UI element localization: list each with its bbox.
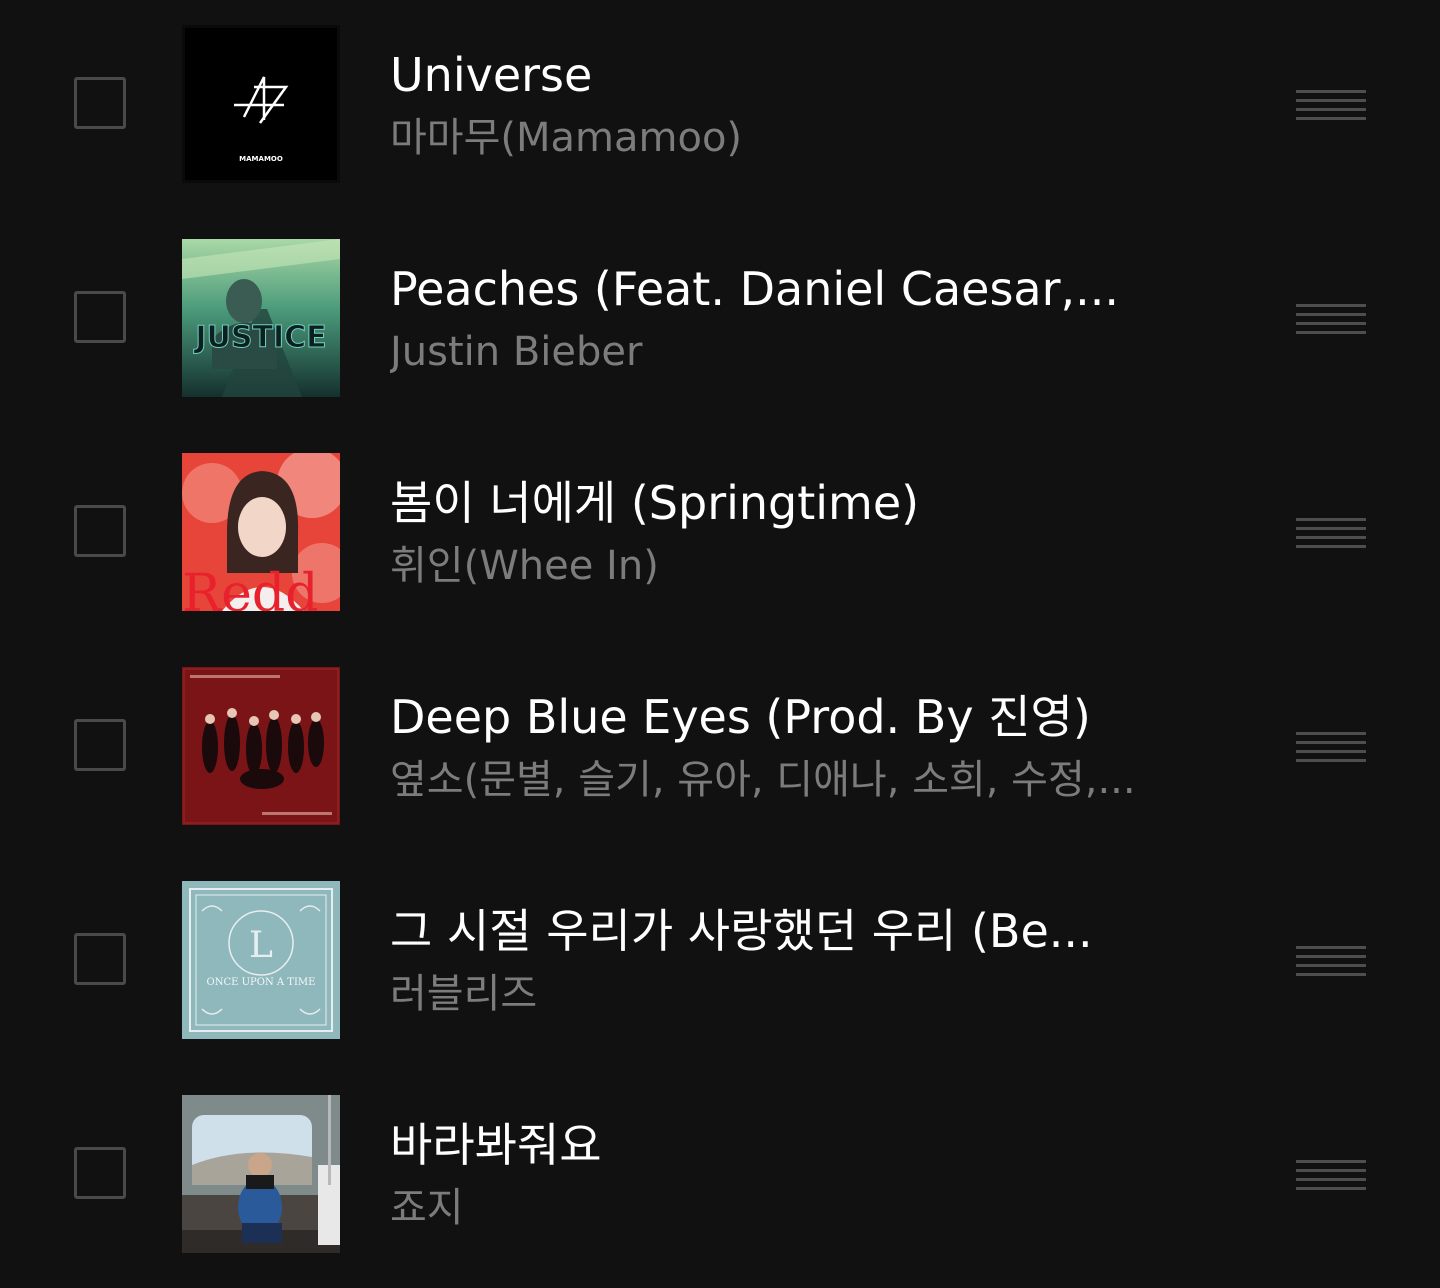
drag-handle-icon[interactable] (1296, 90, 1366, 120)
song-title: Deep Blue Eyes (Prod. By 진영) (390, 690, 1091, 744)
svg-text:Redd: Redd (182, 564, 319, 611)
justice-album-art: JUSTICE (182, 239, 340, 397)
album-art (182, 1095, 340, 1253)
song-title: 봄이 너에게 (Springtime) (390, 476, 920, 530)
song-row[interactable]: Redd 봄이 너에게 (Springtime) 휘인(Whee In) (0, 428, 1440, 628)
song-title: 바라봐줘요 (390, 1118, 602, 1172)
album-art: JUSTICE (182, 239, 340, 397)
subway-album-art (182, 1095, 340, 1253)
song-artist: 옆소(문별, 슬기, 유아, 디애나, 소희, 수정,... (390, 757, 1136, 803)
song-title: Universe (390, 48, 593, 102)
svg-text:JUSTICE: JUSTICE (193, 320, 326, 355)
drag-handle-icon[interactable] (1296, 518, 1366, 548)
select-checkbox[interactable] (74, 505, 126, 557)
drag-handle-icon[interactable] (1296, 1160, 1366, 1190)
select-checkbox[interactable] (74, 719, 126, 771)
select-checkbox[interactable] (74, 291, 126, 343)
song-artist: 휘인(Whee In) (390, 543, 659, 589)
song-title: 그 시절 우리가 사랑했던 우리 (Be... (390, 904, 1093, 958)
song-artist: 마마무(Mamamoo) (390, 115, 743, 161)
song-artist: 러블리즈 (390, 971, 538, 1017)
song-row[interactable]: MAMAMOO Universe 마마무(Mamamoo) (0, 0, 1440, 200)
select-checkbox[interactable] (74, 1147, 126, 1199)
playlist: MAMAMOO Universe 마마무(Mamamoo) JUSTICE Pe… (0, 0, 1440, 1288)
song-artist: 죠지 (390, 1185, 464, 1231)
select-checkbox[interactable] (74, 933, 126, 985)
svg-text:L: L (249, 925, 273, 966)
album-art (182, 667, 340, 825)
redd-album-art: Redd (182, 453, 340, 611)
deep-blue-eyes-album-art (182, 667, 340, 825)
album-art: Redd (182, 453, 340, 611)
drag-handle-icon[interactable] (1296, 946, 1366, 976)
svg-text:MAMAMOO: MAMAMOO (239, 155, 283, 163)
song-row[interactable]: L ONCE UPON A TIME 그 시절 우리가 사랑했던 우리 (Be.… (0, 856, 1440, 1056)
select-checkbox[interactable] (74, 77, 126, 129)
song-artist: Justin Bieber (390, 329, 643, 375)
song-row[interactable]: JUSTICE Peaches (Feat. Daniel Caesar,...… (0, 214, 1440, 414)
song-row[interactable]: 바라봐줘요 죠지 (0, 1070, 1440, 1270)
mamamoo-album-art: MAMAMOO (182, 25, 340, 183)
song-row[interactable]: Deep Blue Eyes (Prod. By 진영) 옆소(문별, 슬기, … (0, 642, 1440, 842)
album-art: MAMAMOO (182, 25, 340, 183)
album-art: L ONCE UPON A TIME (182, 881, 340, 1039)
drag-handle-icon[interactable] (1296, 304, 1366, 334)
once-upon-a-time-album-art: L ONCE UPON A TIME (182, 881, 340, 1039)
svg-text:ONCE UPON A TIME: ONCE UPON A TIME (207, 977, 316, 988)
song-title: Peaches (Feat. Daniel Caesar,... (390, 262, 1119, 316)
drag-handle-icon[interactable] (1296, 732, 1366, 762)
